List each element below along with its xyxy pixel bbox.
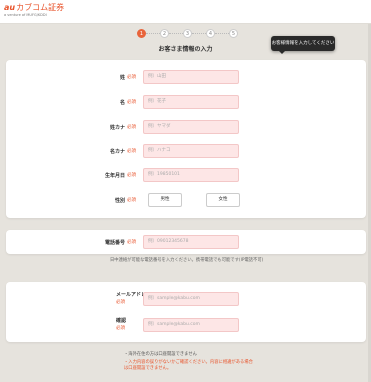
required-tag: 必須: [127, 100, 136, 105]
step-connector: [192, 33, 206, 34]
phone-note: 日中連絡が可能な電話番号を入力ください。携帯電話でも可能です(IP電話不可): [110, 258, 264, 263]
birthdate-input[interactable]: 例）19850101: [143, 168, 239, 182]
logo-name: カブコム証券: [16, 3, 65, 12]
step-4: 4: [206, 29, 215, 38]
logo-au: au: [4, 3, 16, 12]
gender-label: 性別: [114, 197, 125, 204]
gender-male-button[interactable]: 男性: [148, 193, 182, 207]
top-bar: auカブコム証券 a venture of MUFG/KDDI: [0, 0, 371, 24]
phone-label: 電話番号: [104, 239, 125, 246]
phone-card: 電話番号 必須 例）09012345678: [6, 230, 366, 254]
email-confirm-input[interactable]: 例）sample@kabu.com: [143, 318, 239, 332]
note-warning: ・入力内容の誤りがないかご確認ください。内容に相違がある場合は口座開設できません…: [124, 360, 253, 371]
gender-row: 性別 必須 男性 女性: [6, 193, 366, 207]
first-name-kana-row: 名カナ 必須 例）ハナコ: [6, 144, 366, 158]
required-tag: 必須: [127, 125, 136, 130]
first-name-kana-label: 名カナ: [109, 148, 125, 155]
last-name-input[interactable]: 例）山田: [143, 70, 239, 84]
required-tag: 必須: [127, 75, 136, 80]
required-tag: 必須: [127, 240, 136, 245]
email-confirm-label: 確認: [116, 318, 127, 324]
last-name-kana-label: 姓カナ: [109, 124, 125, 131]
logo-subtitle: a venture of MUFG/KDDI: [4, 13, 47, 17]
phone-input[interactable]: 例）09012345678: [143, 235, 239, 249]
phone-row: 電話番号 必須 例）09012345678: [6, 235, 366, 249]
gender-female-button[interactable]: 女性: [206, 193, 240, 207]
bottom-notes: ・海外在住の方は口座開設できません ・入力内容の誤りがないかご確認ください。内容…: [124, 351, 254, 372]
required-tag: 必須: [116, 326, 125, 331]
step-connector: [215, 33, 229, 34]
first-name-input[interactable]: 例）花子: [143, 95, 239, 109]
step-2: 2: [160, 29, 169, 38]
personal-info-card: 姓必須 例）山田 名必須 例）花子 姓カナ 必須 例）ヤマダ 名カナ 必須 例）ハナ…: [6, 60, 366, 218]
email-input[interactable]: 例）sample@kabu.com: [143, 292, 239, 306]
first-name-kana-input[interactable]: 例）ハナコ: [143, 144, 239, 158]
first-name-row: 名必須 例）花子: [6, 95, 366, 109]
note-overseas: ・海外在住の方は口座開設できません: [124, 352, 197, 357]
last-name-kana-input[interactable]: 例）ヤマダ: [143, 120, 239, 134]
email-confirm-label-block: 確認 必須: [116, 318, 126, 332]
step-3: 3: [183, 29, 192, 38]
tooltip-toast: お客様情報を入力してください: [271, 36, 335, 54]
step-connector: [146, 33, 160, 34]
last-name-row: 姓必須 例）山田: [6, 70, 366, 84]
step-5: 5: [229, 29, 238, 38]
required-tag: 必須: [127, 173, 136, 178]
first-name-label: 名: [119, 99, 125, 106]
required-tag: 必須: [127, 198, 136, 203]
email-card: メールアドレス 必須 例）sample@kabu.com 確認 必須 例）sam…: [6, 282, 366, 342]
brand-logo[interactable]: auカブコム証券 a venture of MUFG/KDDI: [4, 3, 64, 18]
last-name-label: 姓: [119, 74, 125, 81]
step-connector: [169, 33, 183, 34]
birthdate-row: 生年月日 必須 例）19850101: [6, 168, 366, 182]
step-1: 1: [137, 29, 146, 38]
step-indicator: 1 2 3 4 5: [137, 29, 238, 38]
required-tag: 必須: [127, 149, 136, 154]
birthdate-label: 生年月日: [104, 172, 125, 179]
last-name-kana-row: 姓カナ 必須 例）ヤマダ: [6, 120, 366, 134]
